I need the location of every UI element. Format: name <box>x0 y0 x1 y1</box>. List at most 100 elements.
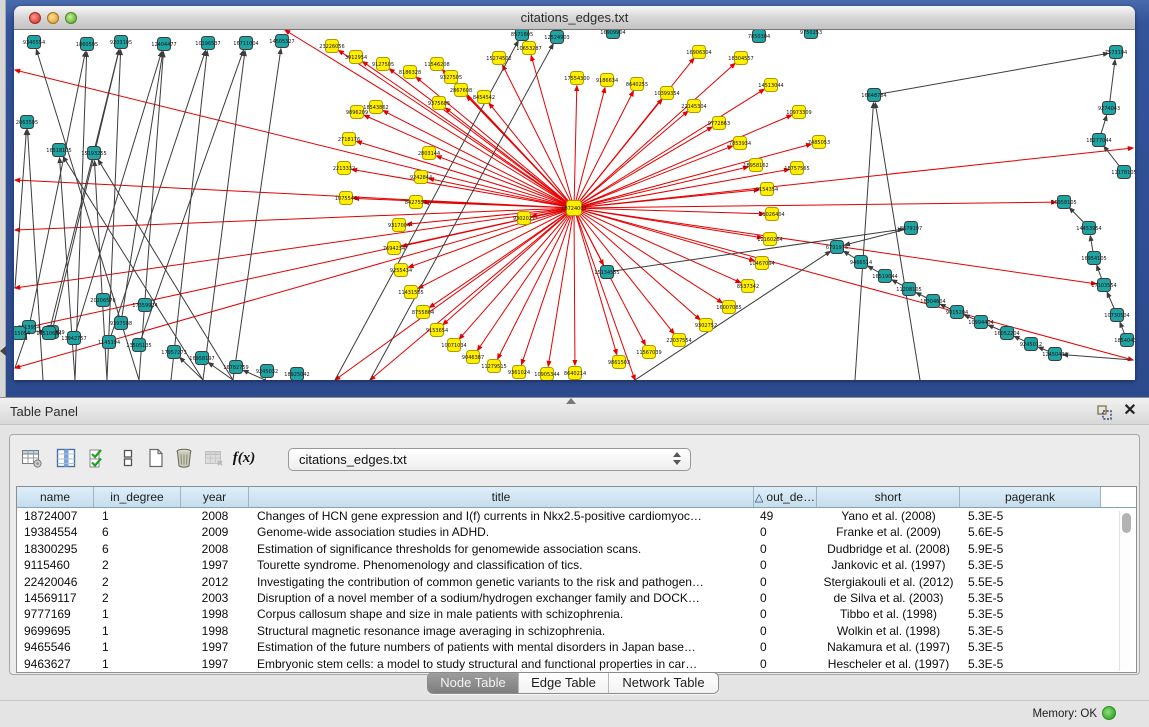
graph-node-label: 18540432 <box>1114 338 1135 344</box>
rows-icon[interactable] <box>114 445 142 473</box>
graph-node-label: 16519044 <box>872 274 897 280</box>
graph-edge <box>574 208 674 334</box>
table-row[interactable]: 977716911998Corpus callosum shape and si… <box>17 606 1136 622</box>
cell: 0 <box>754 606 817 622</box>
graph-node-label: 12524903 <box>544 35 569 41</box>
graph-node-label: 10196537 <box>195 41 220 47</box>
cell: 5.3E-5 <box>960 639 1101 655</box>
graph-node-label: 9154354 <box>756 187 778 193</box>
table-selector-value: citations_edges.txt <box>299 452 407 467</box>
column-header-short[interactable]: short <box>817 487 960 507</box>
column-header-title[interactable]: title <box>249 487 754 507</box>
cell: Estimation of significance thresholds fo… <box>249 541 754 557</box>
graph-node-label: 11567039 <box>636 350 661 356</box>
cell: 5.3E-5 <box>960 590 1101 606</box>
graph-node-label: 9127505 <box>372 62 394 68</box>
column-header-name[interactable]: name <box>17 487 94 507</box>
delete-table-icon[interactable] <box>170 445 198 473</box>
graph-edge <box>477 208 574 350</box>
table-row[interactable]: 911546021997Tourette syndrome. Phenomeno… <box>17 557 1136 573</box>
graph-node-label: 8640255 <box>626 82 648 88</box>
column-header-in_degree[interactable]: in_degree <box>94 487 181 507</box>
graph-node-label: 9242844 <box>410 175 432 181</box>
graph-edge <box>574 148 1133 208</box>
network-window[interactable]: citations_edges.txt 18724007232260563912… <box>14 6 1135 380</box>
table-toolbar: f(x) citations_edges.txt <box>10 445 1139 475</box>
cell: 14569117 <box>17 590 94 606</box>
graph-node-label: 7573104 <box>1105 50 1127 56</box>
graph-node-label: 11546208 <box>424 62 449 68</box>
graph-node-label: 1860505 <box>76 42 98 48</box>
left-splitter[interactable] <box>0 0 6 397</box>
graph-node-label: 16052204 <box>994 331 1019 337</box>
cell: 9115460 <box>17 557 94 573</box>
graph-edge <box>498 208 574 359</box>
graph-node-label: 9375685 <box>428 101 450 107</box>
sort-ascending-icon: △ <box>755 492 767 504</box>
cell: 5.3E-5 <box>960 557 1101 573</box>
graph-edge <box>233 49 281 380</box>
cell: 5.3E-5 <box>960 508 1101 524</box>
graph-node-label: 9274043 <box>1098 106 1120 112</box>
graph-edge <box>574 208 722 303</box>
scrollbar-thumb[interactable] <box>1122 513 1131 533</box>
column-header-pagerank[interactable]: pagerank <box>960 487 1101 507</box>
table-row[interactable]: 946362711997Embryonic stem cells: a mode… <box>17 656 1136 672</box>
cell: Franke et al. (2009) <box>817 524 960 540</box>
table-row[interactable]: 946554611997Estimation of the future num… <box>17 639 1136 655</box>
graph-edge <box>574 208 575 365</box>
splitter-grip-icon[interactable] <box>566 398 576 404</box>
table-body: 1872400712008Changes of HCN gene express… <box>17 508 1136 672</box>
cell: 1 <box>94 508 181 524</box>
cell: 2 <box>94 557 181 573</box>
table-vertical-scrollbar[interactable] <box>1119 511 1133 671</box>
function-builder-icon[interactable]: f(x) <box>230 445 258 473</box>
column-header-year[interactable]: year <box>181 487 249 507</box>
graph-node-label: 16906304 <box>686 50 711 56</box>
select-all-check-icon[interactable] <box>84 445 112 473</box>
graph-node-label: 10905344 <box>534 372 559 378</box>
table-row[interactable]: 1456911722003Disruption of a novel membe… <box>17 590 1136 606</box>
new-table-icon[interactable] <box>142 445 170 473</box>
collapse-left-icon[interactable] <box>0 346 6 356</box>
graph-edge <box>15 130 26 288</box>
float-panel-icon[interactable] <box>1095 403 1113 421</box>
column-header-out_de[interactable]: △ out_de… <box>754 487 817 507</box>
memory-ok-icon[interactable] <box>1102 706 1116 720</box>
cell: de Silva et al. (2003) <box>817 590 960 606</box>
graph-edge <box>15 180 574 208</box>
cell: 1997 <box>181 557 249 573</box>
graph-node-label: 9046387 <box>462 355 484 361</box>
show-column-icon[interactable] <box>52 445 80 473</box>
network-view[interactable]: 1872400723226056391295491275058186328115… <box>14 30 1135 380</box>
graph-edge <box>75 52 87 380</box>
graph-node-label: 16007085 <box>716 305 741 311</box>
table-settings-icon[interactable] <box>18 445 46 473</box>
cell: 2009 <box>181 524 249 540</box>
cell: 2003 <box>181 590 249 606</box>
table-row[interactable]: 2242004622012Investigating the contribut… <box>17 574 1136 590</box>
cell: 9465546 <box>17 639 94 655</box>
network-window-titlebar[interactable]: citations_edges.txt <box>14 6 1135 30</box>
table-panel-header: Table Panel ✕ <box>0 397 1149 425</box>
graph-node-label: 2718176 <box>338 137 360 143</box>
graph-node-label: 16958197 <box>189 356 214 362</box>
close-panel-icon[interactable]: ✕ <box>1121 402 1139 420</box>
graph-node-label: 9015204 <box>946 310 968 316</box>
table-selector[interactable]: citations_edges.txt <box>288 448 691 471</box>
table-row[interactable]: 1830029562008Estimation of significance … <box>17 541 1136 557</box>
tab-network-table[interactable]: Network Table <box>609 673 718 693</box>
cell: 0 <box>754 590 817 606</box>
table-row[interactable]: 1872400712008Changes of HCN gene express… <box>17 508 1136 524</box>
import-table-icon[interactable] <box>200 445 228 473</box>
graph-node-label: 17957273 <box>161 350 186 356</box>
cell: 1 <box>94 656 181 672</box>
table-row[interactable]: 969969511998Structural magnetic resonanc… <box>17 623 1136 639</box>
network-canvas[interactable]: 1872400723226056391295491275058186328115… <box>14 30 1135 380</box>
table-row[interactable]: 1938455462009Genome-wide association stu… <box>17 524 1136 540</box>
graph-node-label: 2803144 <box>418 151 440 157</box>
graph-node-label: 18757565 <box>784 166 809 172</box>
tab-edge-table[interactable]: Edge Table <box>519 673 609 693</box>
cell: 6 <box>94 524 181 540</box>
tab-node-table[interactable]: Node Table <box>428 673 519 693</box>
